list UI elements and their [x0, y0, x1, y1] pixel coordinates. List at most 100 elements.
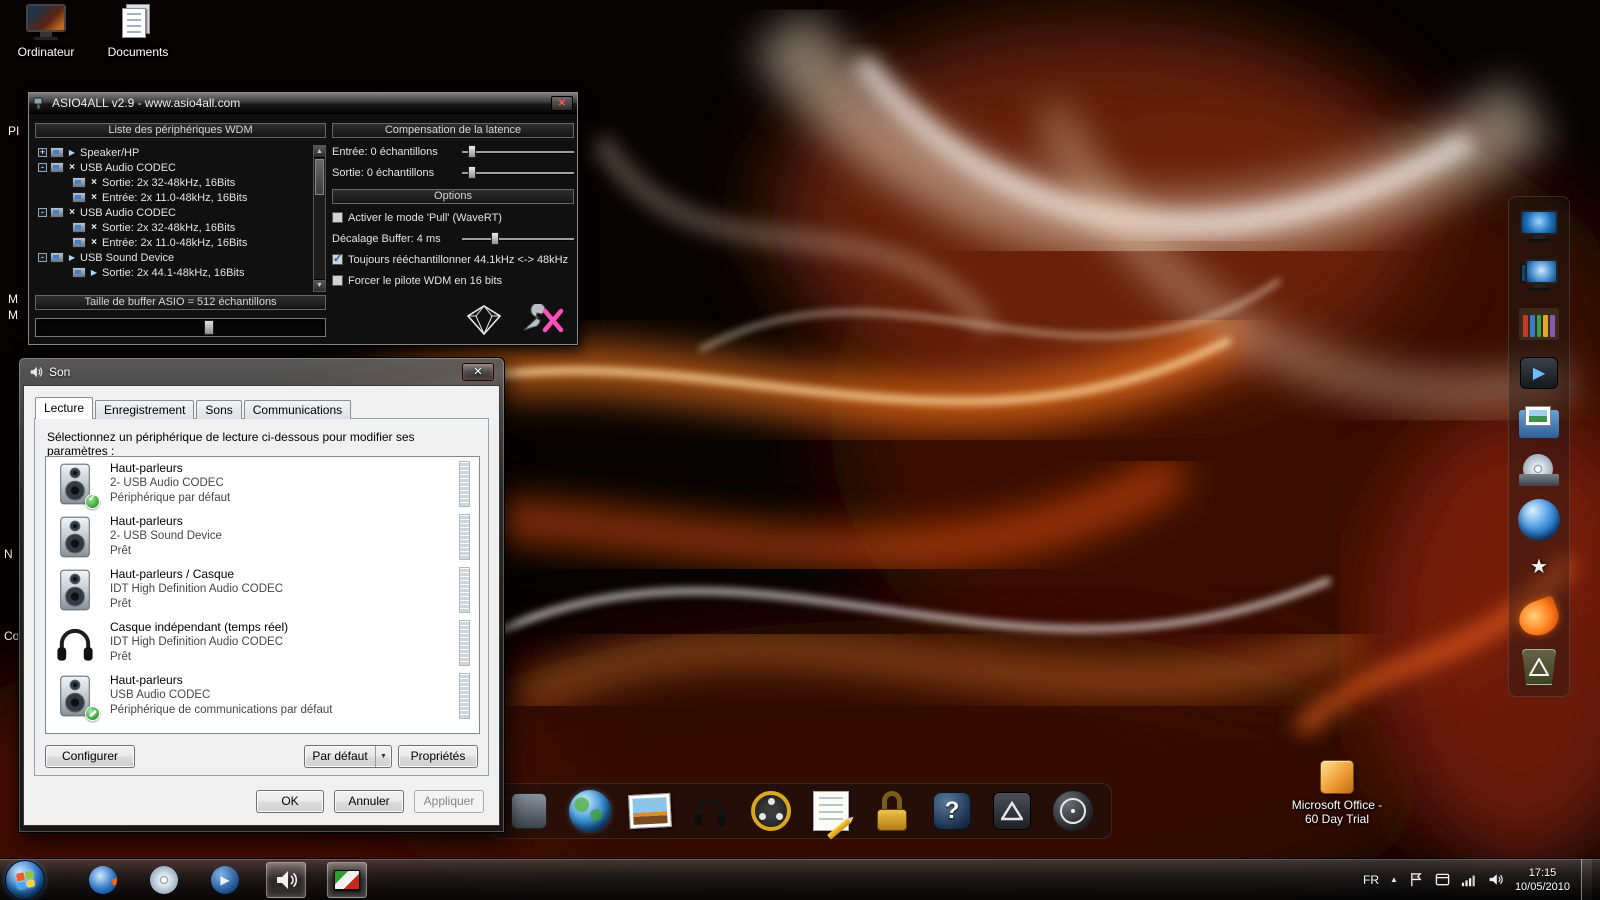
recycle-bin-icon[interactable] [1517, 646, 1561, 688]
slider-handle[interactable] [491, 232, 499, 245]
computer-icon[interactable] [1517, 205, 1561, 247]
compass-browser-icon[interactable] [1051, 789, 1095, 833]
status-off-icon[interactable]: × [67, 162, 77, 173]
latency-in-slider[interactable] [462, 145, 574, 158]
cancel-button[interactable]: Annuler [334, 790, 404, 813]
media-library-icon[interactable] [1517, 303, 1561, 345]
status-play-icon[interactable]: ▶ [89, 268, 99, 277]
pictures-icon[interactable] [628, 789, 672, 833]
ok-button[interactable]: OK [256, 790, 324, 813]
hidden-icons-chevron[interactable]: ▲ [1390, 875, 1398, 884]
advanced-options-wrench-icon[interactable] [517, 304, 565, 336]
movies-reel-icon[interactable] [749, 789, 793, 833]
tree-item[interactable]: - × USB Audio CODEC [35, 160, 311, 175]
slider-handle[interactable] [468, 166, 476, 179]
option-force-16bit[interactable]: Forcer le pilote WDM en 16 bits [332, 273, 574, 288]
expander-icon[interactable]: - [38, 163, 47, 172]
device-row[interactable]: Haut-parleurs USB Audio CODEC Périphériq… [46, 669, 479, 722]
scrollbar-vertical[interactable]: ▲ ▼ [313, 145, 326, 292]
latency-out-slider[interactable] [462, 166, 574, 179]
apply-button[interactable]: Appliquer [414, 790, 484, 813]
buffer-size-slider[interactable] [35, 318, 326, 337]
recycle-box-icon[interactable] [990, 789, 1034, 833]
status-play-icon[interactable]: ▶ [67, 148, 77, 157]
tree-item[interactable]: × Sortie: 2x 32-48kHz, 16Bits [35, 175, 311, 190]
checkbox-unchecked[interactable] [332, 212, 343, 223]
notes-icon[interactable] [809, 789, 853, 833]
browser-globe-icon[interactable] [568, 789, 612, 833]
taskbar-volume-mixer-button[interactable] [266, 862, 306, 898]
buffer-offset-slider[interactable] [462, 232, 574, 245]
desktop-icon-microsoft-office[interactable]: Microsoft Office - 60 Day Trial [1284, 760, 1390, 826]
application-icon[interactable] [507, 789, 551, 833]
expander-icon[interactable]: + [38, 148, 47, 157]
asio4all-diamond-icon[interactable] [467, 305, 501, 335]
checkbox-unchecked[interactable] [332, 275, 343, 286]
slider-handle[interactable] [468, 145, 476, 158]
headphones-icon[interactable] [688, 789, 732, 833]
language-indicator[interactable]: FR [1363, 873, 1379, 887]
show-desktop-button[interactable] [1581, 859, 1592, 900]
scroll-down-icon[interactable]: ▼ [314, 279, 325, 291]
son-titlebar[interactable]: Son ✕ [23, 358, 500, 385]
tree-item[interactable]: × Entrée: 2x 11.0-48kHz, 16Bits [35, 235, 311, 250]
close-button[interactable]: ✕ [551, 96, 573, 111]
tree-item[interactable]: - ▶ USB Sound Device [35, 250, 311, 265]
tab-lecture[interactable]: Lecture [35, 397, 93, 419]
tree-item[interactable]: × Entrée: 2x 11.0-48kHz, 16Bits [35, 190, 311, 205]
status-off-icon[interactable]: × [67, 207, 77, 218]
status-play-icon[interactable]: ▶ [67, 253, 77, 262]
help-icon[interactable]: ? [930, 789, 974, 833]
status-off-icon[interactable]: × [89, 237, 99, 248]
status-off-icon[interactable]: × [89, 177, 99, 188]
configure-button[interactable]: Configurer [45, 745, 135, 768]
tab-sons[interactable]: Sons [196, 400, 241, 419]
tab-enregistrement[interactable]: Enregistrement [95, 400, 194, 419]
slider-handle[interactable] [204, 320, 214, 335]
expander-icon[interactable]: - [38, 253, 47, 262]
device-row[interactable]: Haut-parleurs 2- USB Audio CODEC Périphé… [46, 457, 479, 510]
tray-clock[interactable]: 17:15 10/05/2010 [1515, 866, 1570, 894]
device-row[interactable]: Haut-parleurs / Casque IDT High Definiti… [46, 563, 479, 616]
set-default-split-button[interactable]: Par défaut ▼ [304, 745, 392, 768]
favorites-star-icon[interactable]: ★ [1517, 548, 1561, 590]
tree-item[interactable]: × Sortie: 2x 32-48kHz, 16Bits [35, 220, 311, 235]
asio-titlebar[interactable]: ASIO4ALL v2.9 - www.asio4all.com ✕ [29, 93, 577, 114]
volume-icon[interactable] [1488, 872, 1504, 887]
tree-item[interactable]: ▶ Sortie: 2x 44.1-48kHz, 16Bits [35, 265, 311, 280]
disc-drive-icon[interactable] [1517, 450, 1561, 492]
music-orb-icon[interactable] [1517, 499, 1561, 541]
security-lock-icon[interactable] [870, 789, 914, 833]
chevron-down-icon[interactable]: ▼ [375, 746, 391, 767]
playback-device-list[interactable]: Haut-parleurs 2- USB Audio CODEC Périphé… [45, 456, 480, 734]
device-row[interactable]: Haut-parleurs 2- USB Sound Device Prêt [46, 510, 479, 563]
properties-button[interactable]: Propriétés [398, 745, 478, 768]
photo-folder-icon[interactable] [1517, 401, 1561, 443]
option-pull-mode[interactable]: Activer le mode 'Pull' (WaveRT) [332, 210, 574, 225]
checkbox-checked[interactable] [332, 254, 343, 265]
taskbar-firefox-icon[interactable] [83, 862, 123, 898]
dual-display-icon[interactable] [1517, 254, 1561, 296]
scroll-up-icon[interactable]: ▲ [314, 146, 325, 158]
taskbar-media-disc-icon[interactable] [144, 862, 184, 898]
network-icon[interactable] [1461, 873, 1477, 887]
start-button[interactable] [5, 860, 45, 900]
action-center-flag-icon[interactable] [1409, 872, 1424, 887]
scrollbar-thumb[interactable] [315, 159, 324, 195]
taskbar-asio4all-button[interactable] [327, 862, 367, 898]
device-row[interactable]: Casque indépendant (temps réel) IDT High… [46, 616, 479, 669]
desktop-icon-documents[interactable]: Documents [96, 4, 180, 59]
taskbar-media-player-icon[interactable]: ▶ [205, 862, 245, 898]
close-button[interactable]: ✕ [462, 363, 494, 381]
tree-item[interactable]: - × USB Audio CODEC [35, 205, 311, 220]
winamp-swoosh-icon[interactable] [1517, 597, 1561, 639]
tab-communications[interactable]: Communications [244, 400, 351, 419]
window-icon[interactable] [1435, 872, 1450, 887]
desktop-icon-ordinateur[interactable]: Ordinateur [4, 4, 88, 59]
option-resample[interactable]: Toujours rééchantillonner 44.1kHz <-> 48… [332, 252, 574, 267]
status-off-icon[interactable]: × [89, 222, 99, 233]
media-player-icon[interactable]: ▶ [1517, 352, 1561, 394]
tree-item[interactable]: + ▶ Speaker/HP [35, 145, 311, 160]
status-off-icon[interactable]: × [89, 192, 99, 203]
expander-icon[interactable]: - [38, 208, 47, 217]
